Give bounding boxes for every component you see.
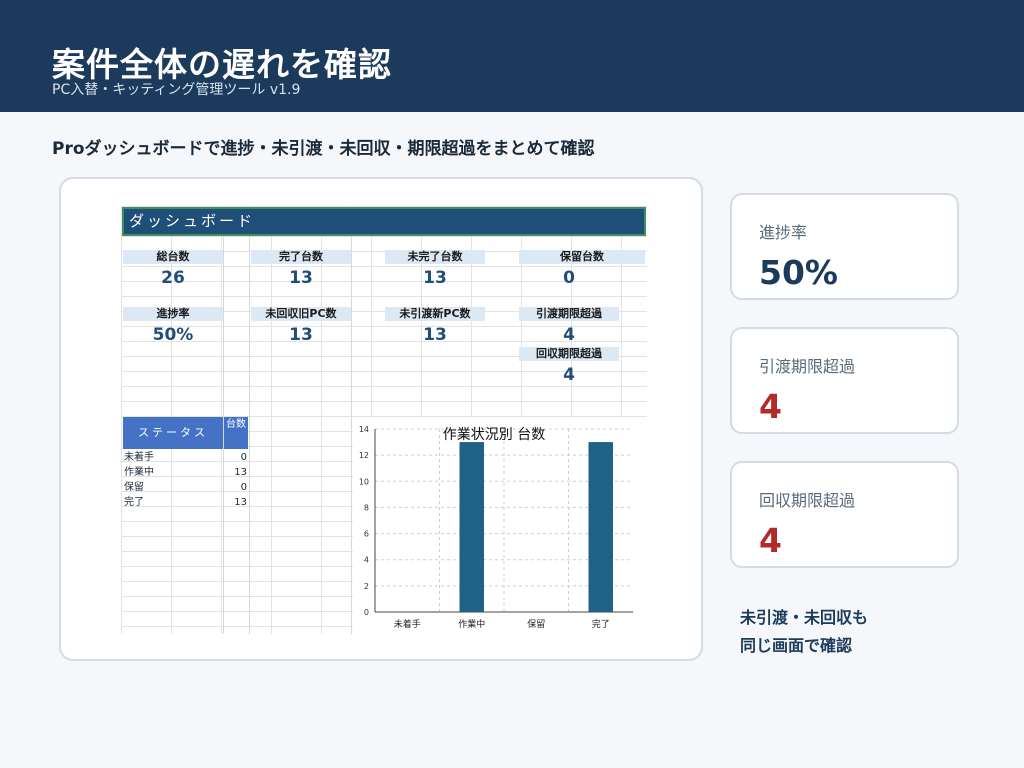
y-tick-label: 4 (364, 556, 369, 565)
y-tick-label: 12 (359, 451, 369, 460)
kpi-value-onhold: 0 (563, 268, 575, 288)
kpi-value-undelivered-new-pc: 13 (423, 325, 447, 345)
kpi-value-total: 26 (161, 268, 185, 288)
table-row: 完了 13 (123, 495, 249, 510)
kpi-value-unreturned-old-pc: 13 (289, 325, 313, 345)
side-card-label: 引渡期限超過 (759, 357, 856, 376)
x-tick-label: 作業中 (458, 618, 485, 630)
spreadsheet-dashboard: ダッシュボード 総台数 完了台数 未完了台数 保留台数 26 13 13 0 進… (121, 206, 647, 634)
summary-note: 未引渡・未回収も 同じ画面で確認 (740, 604, 868, 660)
status-name: 保留 (124, 482, 144, 493)
kpi-label-progress: 進捗率 (123, 307, 223, 321)
table-row: 未着手 0 (123, 450, 249, 465)
y-tick-label: 10 (359, 477, 369, 486)
status-count: 0 (240, 452, 247, 463)
side-card-value: 4 (759, 387, 782, 426)
chart-bar (588, 442, 614, 612)
kpi-value-completed: 13 (289, 268, 313, 288)
side-card-label: 回収期限超過 (759, 491, 856, 510)
table-row: 保留 0 (123, 480, 249, 495)
status-count: 13 (234, 467, 247, 478)
y-tick-label: 6 (364, 530, 369, 539)
status-count: 0 (240, 482, 247, 493)
header-banner: 案件全体の遅れを確認 PC入替・キッティング管理ツール v1.9 (0, 0, 1024, 112)
status-table-header-status: ステータス (123, 417, 223, 449)
status-name: 完了 (124, 497, 144, 508)
status-table-header-count: 台数 (224, 417, 248, 449)
kpi-value-delivery-overdue: 4 (563, 325, 575, 345)
kpi-label-onhold: 保留台数 (519, 250, 645, 264)
side-card-value: 4 (759, 521, 782, 560)
summary-note-line1: 未引渡・未回収も (740, 608, 869, 627)
dashboard-title-cell[interactable]: ダッシュボード (122, 207, 646, 236)
status-name: 作業中 (124, 467, 154, 478)
chart-svg: 0 2 4 6 8 10 12 14 未着手 作業中 保留 完了 作業状況別 台数 (359, 425, 633, 630)
kpi-label-incomplete: 未完了台数 (385, 250, 485, 264)
kpi-value-incomplete: 13 (423, 268, 447, 288)
side-card-progress: 進捗率 50% (730, 193, 959, 300)
status-bar-chart[interactable]: 0 2 4 6 8 10 12 14 未着手 作業中 保留 完了 作業状況別 台数 (353, 417, 647, 634)
lead-text: Proダッシュボードで進捗・未引渡・未回収・期限超過をまとめて確認 (52, 139, 595, 159)
kpi-label-undelivered-new-pc: 未引渡新PC数 (385, 307, 485, 321)
status-count: 13 (234, 497, 247, 508)
kpi-label-completed: 完了台数 (251, 250, 351, 264)
summary-note-line2: 同じ画面で確認 (740, 636, 853, 655)
screenshot-card: ダッシュボード 総台数 完了台数 未完了台数 保留台数 26 13 13 0 進… (59, 177, 703, 661)
table-row: 作業中 13 (123, 465, 249, 480)
side-card-label: 進捗率 (759, 223, 808, 242)
kpi-label-delivery-overdue: 引渡期限超過 (519, 307, 619, 321)
page-subtitle: PC入替・キッティング管理ツール v1.9 (52, 82, 301, 98)
status-name: 未着手 (124, 452, 154, 463)
kpi-value-return-overdue: 4 (563, 365, 575, 385)
side-card-value: 50% (759, 253, 838, 292)
x-tick-label: 完了 (592, 618, 610, 630)
y-tick-label: 0 (364, 608, 369, 617)
x-tick-label: 保留 (527, 618, 545, 630)
y-tick-label: 8 (364, 503, 369, 512)
x-tick-label: 未着手 (394, 618, 421, 630)
y-tick-label: 14 (359, 425, 369, 434)
side-card-return-overdue: 回収期限超過 4 (730, 461, 959, 568)
chart-title: 作業状況別 台数 (443, 427, 545, 443)
kpi-label-unreturned-old-pc: 未回収旧PC数 (251, 307, 351, 321)
side-card-delivery-overdue: 引渡期限超過 4 (730, 327, 959, 434)
chart-bar (459, 442, 485, 612)
kpi-label-return-overdue: 回収期限超過 (519, 347, 619, 361)
kpi-value-progress: 50% (152, 325, 194, 345)
y-tick-label: 2 (364, 582, 369, 591)
kpi-label-total: 総台数 (123, 250, 223, 264)
